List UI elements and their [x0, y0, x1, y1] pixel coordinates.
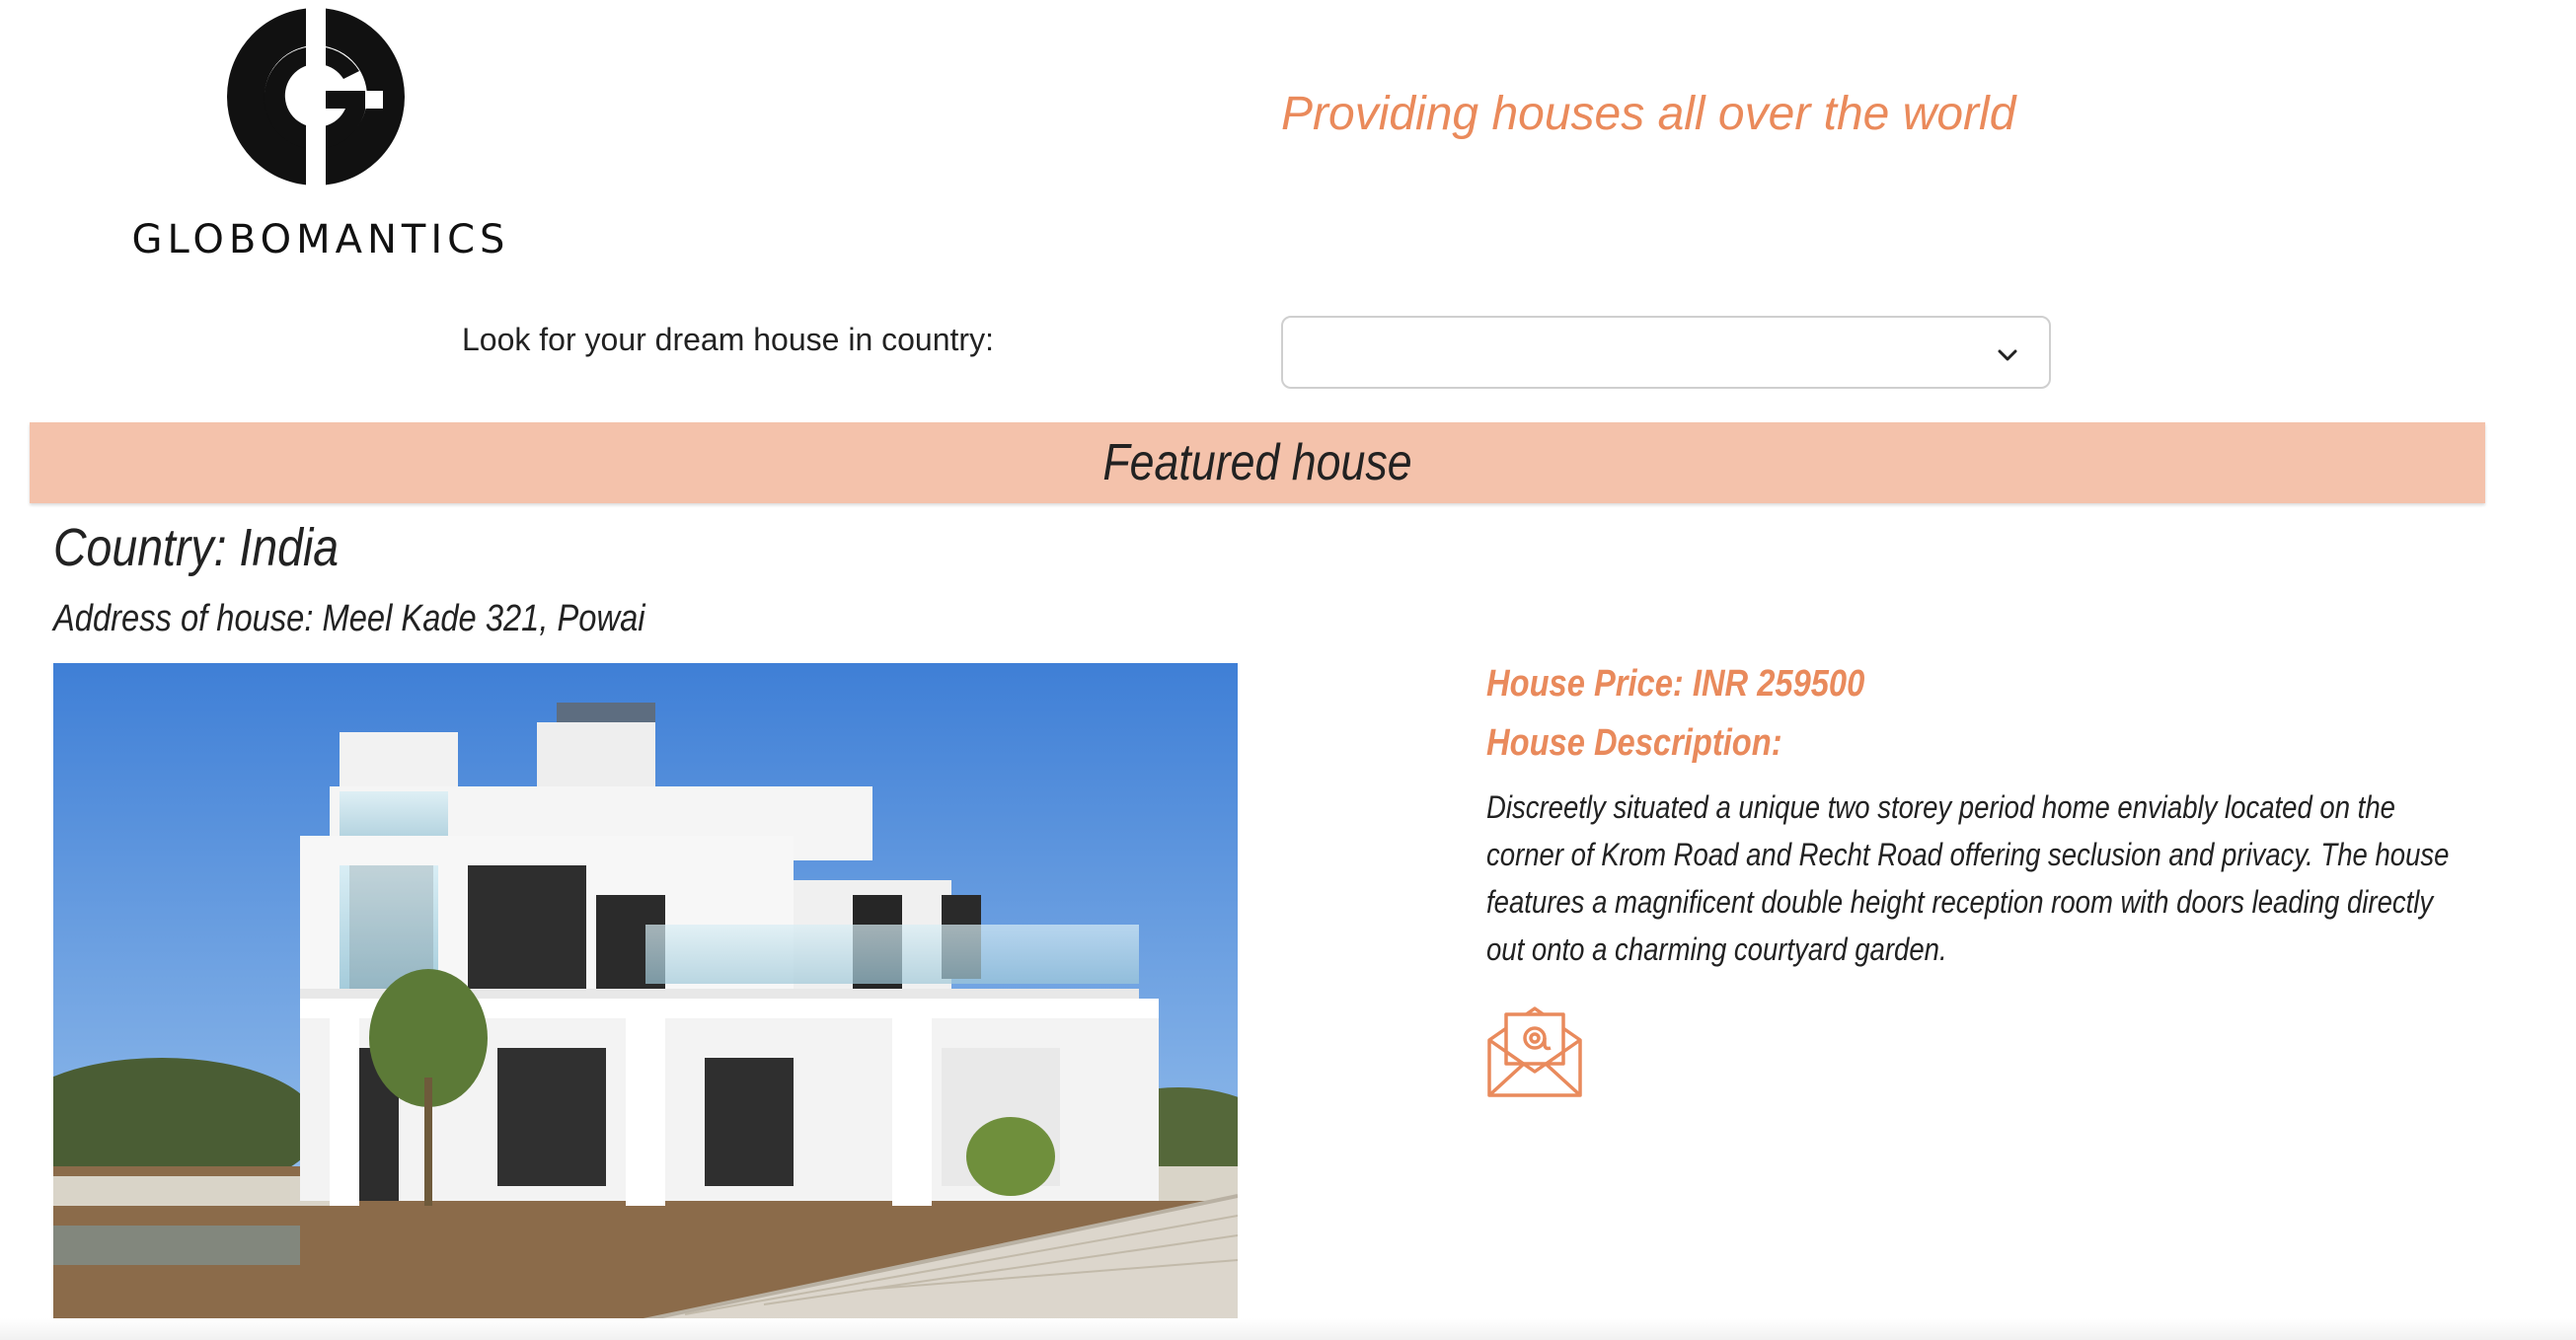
country-search-label: Look for your dream house in country: — [462, 322, 994, 357]
globomantics-g-logo — [227, 8, 405, 186]
brand-name: GLOBOMANTICS — [131, 217, 510, 262]
country-select[interactable] — [1281, 316, 2051, 389]
chevron-down-icon — [1998, 349, 2017, 361]
country-heading: Country: India — [53, 518, 340, 577]
page-bottom-edge — [0, 1318, 2576, 1340]
house-price: House Price: INR 259500 — [1486, 663, 1865, 705]
brand-logo[interactable]: GLOBOMANTICS — [128, 8, 513, 264]
tagline: Providing houses all over the world — [1281, 88, 2016, 140]
house-address: Address of house: Meel Kade 321, Powai — [53, 598, 645, 639]
house-description-label: House Description: — [1486, 722, 1782, 764]
featured-banner: Featured house — [30, 422, 2485, 503]
house-photo — [53, 663, 1238, 1328]
house-description: Discreetly situated a unique two storey … — [1486, 789, 2450, 967]
email-icon[interactable] — [1486, 1003, 1583, 1099]
featured-title: Featured house — [1102, 434, 1412, 491]
